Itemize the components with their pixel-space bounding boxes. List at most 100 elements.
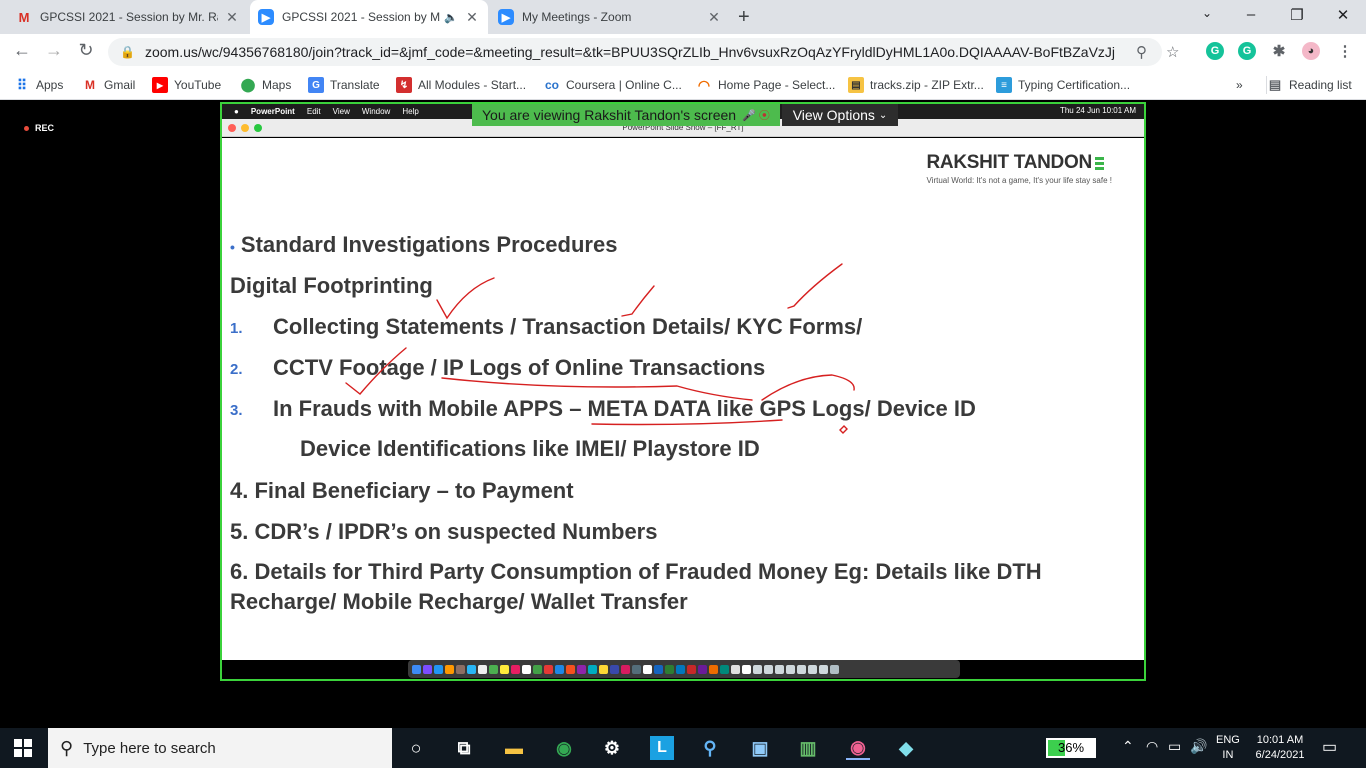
dock-app-icon[interactable]	[456, 664, 465, 674]
dock-app-icon[interactable]	[720, 664, 729, 674]
view-options-button[interactable]: View Options ⌄	[782, 104, 898, 126]
battery-indicator[interactable]: 36%	[1046, 738, 1096, 758]
trash-icon[interactable]	[830, 664, 839, 674]
tab-zoom-session[interactable]: ▶ GPCSSI 2021 - Session by Mr. Rakshit T…	[250, 0, 488, 34]
dock-doc-icon[interactable]	[786, 664, 795, 674]
speaker-icon[interactable]: 🔈	[444, 11, 458, 24]
dock-doc-icon[interactable]	[797, 664, 806, 674]
tab-search-icon[interactable]: ⌄	[1192, 6, 1222, 20]
dock-app-icon[interactable]	[621, 664, 630, 674]
dock-app-icon[interactable]	[423, 664, 432, 674]
viewing-banner: You are viewing Rakshit Tandon's screen …	[472, 104, 780, 126]
dock-app-icon[interactable]	[434, 664, 443, 674]
bookmark-coursera[interactable]: co Coursera | Online C...	[544, 76, 682, 94]
dock-app-icon[interactable]	[687, 664, 696, 674]
dock-app-icon[interactable]	[445, 664, 454, 674]
lock-icon[interactable]: 🔒	[120, 45, 135, 59]
notes-app-icon[interactable]: ◆	[894, 736, 918, 760]
dock-app-icon[interactable]	[676, 664, 685, 674]
dock-app-icon[interactable]	[478, 664, 487, 674]
dock-app-icon[interactable]	[588, 664, 597, 674]
extensions-puzzle-icon[interactable]: ✱	[1270, 42, 1288, 60]
bookmark-all-modules[interactable]: ↯ All Modules - Start...	[396, 76, 526, 94]
dock-app-icon[interactable]	[544, 664, 553, 674]
more-bookmarks-button[interactable]: »	[1236, 76, 1243, 94]
file-explorer-icon[interactable]: ▬	[502, 736, 526, 760]
battery-tray-icon[interactable]: ▭	[1168, 738, 1181, 755]
dock-app-icon[interactable]	[566, 664, 575, 674]
dock-app-icon[interactable]	[511, 664, 520, 674]
close-window-button[interactable]: ✕	[1328, 6, 1358, 24]
brand-logo: RAKSHIT TANDON Virtual World: It's not a…	[926, 152, 1112, 185]
bookmark-youtube[interactable]: ▶ YouTube	[152, 76, 221, 94]
grammarly-extension-icon[interactable]: G	[1206, 42, 1224, 60]
dock-doc-icon[interactable]	[764, 664, 773, 674]
dock-app-icon[interactable]	[467, 664, 476, 674]
close-icon[interactable]: ✕	[224, 9, 240, 26]
chart-app-icon[interactable]: ▥	[796, 736, 820, 760]
bookmark-apps[interactable]: ⠿ Apps	[14, 76, 64, 94]
wifi-icon[interactable]: ◠	[1146, 738, 1158, 755]
address-bar[interactable]: 🔒 zoom.us/wc/94356768180/join?track_id=&…	[108, 38, 1162, 66]
show-hidden-icons-chevron-icon[interactable]: ⌃	[1122, 738, 1134, 755]
avatar[interactable]: ◕	[1302, 42, 1320, 60]
dock-app-icon[interactable]	[555, 664, 564, 674]
notifications-icon[interactable]: ▭	[1322, 737, 1337, 757]
dock-doc-icon[interactable]	[742, 664, 751, 674]
app-l-icon[interactable]: L	[650, 736, 674, 760]
chrome-profile-icon[interactable]: ◉	[846, 736, 870, 760]
dock-doc-icon[interactable]	[808, 664, 817, 674]
dock-app-icon[interactable]	[599, 664, 608, 674]
restore-button[interactable]: ❐	[1282, 6, 1312, 24]
chrome-icon[interactable]: ◉	[552, 736, 576, 760]
back-button[interactable]: ←	[10, 40, 34, 61]
minimize-button[interactable]: –	[1236, 6, 1266, 23]
dock-app-icon[interactable]	[533, 664, 542, 674]
new-tab-button[interactable]: +	[738, 6, 750, 29]
zoom-magnifier-icon[interactable]: ⚲	[1136, 43, 1147, 61]
windows-start-button[interactable]	[14, 739, 32, 757]
dock-doc-icon[interactable]	[753, 664, 762, 674]
dock-doc-icon[interactable]	[775, 664, 784, 674]
tab-my-meetings[interactable]: ▶ My Meetings - Zoom ✕	[490, 0, 730, 34]
cortana-icon[interactable]: ○	[404, 736, 428, 760]
bookmark-tracks-zip[interactable]: ▤ tracks.zip - ZIP Extr...	[848, 76, 984, 94]
dock-app-icon[interactable]	[412, 664, 421, 674]
bookmark-translate[interactable]: G Translate	[308, 76, 380, 94]
tab-title: My Meetings - Zoom	[522, 10, 632, 24]
task-view-icon[interactable]: ⧉	[452, 736, 476, 760]
dock-app-icon[interactable]	[632, 664, 641, 674]
dock-app-icon[interactable]	[698, 664, 707, 674]
dock-app-icon[interactable]	[731, 664, 740, 674]
tab-gmail-session[interactable]: M GPCSSI 2021 - Session by Mr. Rakshit T…	[8, 0, 248, 34]
dock-app-icon[interactable]	[522, 664, 531, 674]
settings-gear-icon[interactable]: ⚙	[600, 736, 624, 760]
bookmark-typing-cert[interactable]: ≡ Typing Certification...	[996, 76, 1130, 94]
dock-app-icon[interactable]	[654, 664, 663, 674]
dock-app-icon[interactable]	[643, 664, 652, 674]
grammarly-extension-icon[interactable]: G	[1238, 42, 1256, 60]
reading-list-button[interactable]: ▤ Reading list	[1266, 76, 1352, 94]
volume-icon[interactable]: 🔊	[1190, 738, 1207, 755]
remote-desktop-icon[interactable]: ▣	[748, 736, 772, 760]
dock-app-icon[interactable]	[500, 664, 509, 674]
bookmark-maps[interactable]: ⬤ Maps	[240, 76, 292, 94]
forward-button[interactable]: →	[42, 40, 66, 61]
close-icon[interactable]: ✕	[464, 9, 480, 26]
taskbar-search-box[interactable]: ⚲ Type here to search	[48, 728, 392, 768]
network-app-icon[interactable]: ⚲	[698, 736, 722, 760]
dock-app-icon[interactable]	[489, 664, 498, 674]
dock-doc-icon[interactable]	[819, 664, 828, 674]
dock-app-icon[interactable]	[577, 664, 586, 674]
more-menu-icon[interactable]: ⋮	[1336, 42, 1354, 60]
close-icon[interactable]: ✕	[706, 9, 722, 26]
reload-button[interactable]: ↻	[74, 40, 98, 61]
language-indicator[interactable]: ENG IN	[1216, 733, 1240, 763]
bookmark-home-page[interactable]: ◠ Home Page - Select...	[696, 76, 836, 94]
bookmark-gmail[interactable]: M Gmail	[82, 76, 135, 94]
taskbar-clock[interactable]: 10:01 AM 6/24/2021	[1250, 733, 1310, 763]
bookmark-star-icon[interactable]: ☆	[1166, 43, 1179, 61]
dock-app-icon[interactable]	[665, 664, 674, 674]
dock-app-icon[interactable]	[610, 664, 619, 674]
dock-app-icon[interactable]	[709, 664, 718, 674]
